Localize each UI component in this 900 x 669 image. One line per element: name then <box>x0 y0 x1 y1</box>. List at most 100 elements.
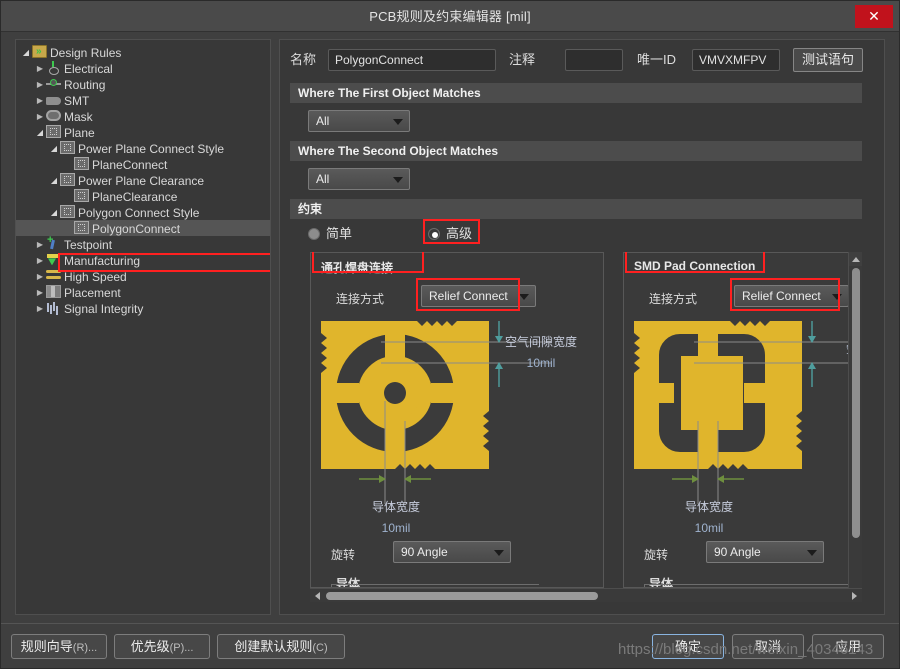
chevron-down-icon <box>807 550 817 556</box>
chevron-right-icon[interactable]: ▶ <box>34 285 46 301</box>
through-hole-pad-diagram <box>321 321 551 504</box>
scroll-left-icon[interactable] <box>310 589 324 602</box>
title-bar: PCB规则及约束编辑器 [mil] ✕ <box>1 1 899 32</box>
tree-item-planeclearance[interactable]: PlaneClearance <box>16 188 270 204</box>
rotation-select[interactable]: 90 Angle <box>393 541 511 563</box>
tree-item-label: Power Plane Connect Style <box>78 141 225 156</box>
through-hole-connect-select[interactable]: Relief Connect <box>421 285 536 307</box>
radio-simple-dot <box>308 227 320 240</box>
horizontal-scroll-thumb[interactable] <box>326 592 598 600</box>
through-hole-groupbox: 通孔焊盘连接 连接方式 Relief Connect 空气间隙宽度 10mil … <box>310 252 604 588</box>
rule-wizard-accel: (R)... <box>72 642 98 654</box>
tree-item-label: High Speed <box>64 269 127 284</box>
chevron-down-icon[interactable]: ◢ <box>48 141 60 157</box>
routing-icon <box>46 77 61 90</box>
name-input[interactable]: PolygonConnect <box>328 49 496 71</box>
vertical-scroll-thumb[interactable] <box>852 268 860 538</box>
unique-id-input[interactable]: VMVXMFPV <box>692 49 780 71</box>
plane-icon <box>60 173 75 187</box>
window-title: PCB规则及约束编辑器 [mil] <box>369 9 531 24</box>
tree-item-routing[interactable]: ▶ Routing <box>16 76 270 92</box>
constraints-vertical-scrollbar[interactable] <box>848 252 862 602</box>
tree-item-signal-integrity[interactable]: ▶ Signal Integrity <box>16 300 270 316</box>
comment-input[interactable] <box>565 49 623 71</box>
tree-item-smt[interactable]: ▶ SMT <box>16 92 270 108</box>
footer-bar: 规则向导(R)... 优先级(P)... 创建默认规则(C) 确定 取消 应用 <box>1 623 899 668</box>
tree-item-planeconnect[interactable]: PlaneConnect <box>16 156 270 172</box>
priority-button[interactable]: 优先级(P)... <box>114 634 210 659</box>
tree-item-polygon-connect-style[interactable]: ◢ Polygon Connect Style <box>16 204 270 220</box>
smd-conductor-width-value: 10mil <box>694 521 724 535</box>
scroll-right-icon[interactable] <box>848 589 862 602</box>
tree-item-label: Electrical <box>64 61 113 76</box>
smd-connect-select[interactable]: Relief Connect <box>734 285 849 307</box>
placement-icon <box>46 285 61 299</box>
pcb-rules-editor-window: PCB规则及约束编辑器 [mil] ✕ ◢ Design Rules ▶ Electr… <box>0 0 900 669</box>
cancel-button[interactable]: 取消 <box>732 634 804 659</box>
smd-conductor-width-label: 导体宽度 <box>684 500 733 514</box>
tree-item-label: PlaneClearance <box>92 189 178 204</box>
design-rules-tree[interactable]: ◢ Design Rules ▶ Electrical ▶ Routing ▶ SMT ▶ Mas… <box>15 39 271 615</box>
chevron-right-icon[interactable]: ▶ <box>34 269 46 285</box>
main-body: ◢ Design Rules ▶ Electrical ▶ Routing ▶ SMT ▶ Mas… <box>1 32 899 624</box>
tree-item-high-speed[interactable]: ▶ High Speed <box>16 268 270 284</box>
tree-item-label: Routing <box>64 77 106 92</box>
chevron-right-icon[interactable]: ▶ <box>34 301 46 317</box>
first-object-scope-select[interactable]: All <box>308 110 410 132</box>
chevron-right-icon[interactable]: ▶ <box>34 253 46 269</box>
plane-icon <box>74 221 89 235</box>
rotation-value: 90 Angle <box>401 545 448 559</box>
radio-simple-label: 简单 <box>326 226 353 241</box>
smd-rotation-value: 90 Angle <box>714 545 761 559</box>
chevron-down-icon[interactable]: ◢ <box>48 205 60 221</box>
chevron-right-icon[interactable]: ▶ <box>34 61 46 77</box>
tree-item-mask[interactable]: ▶ Mask <box>16 108 270 124</box>
tree-item-manufacturing[interactable]: ▶ Manufacturing <box>16 252 270 268</box>
tree-item-label: Mask <box>64 109 93 124</box>
chevron-right-icon[interactable]: ▶ <box>34 77 46 93</box>
smd-pad-groupbox: SMD Pad Connection 连接方式 Relief Connect 导… <box>623 252 862 588</box>
rule-wizard-label: 规则向导 <box>20 639 73 654</box>
priority-label: 优先级 <box>130 639 170 654</box>
tree-item-design-rules[interactable]: ◢ Design Rules <box>16 44 270 60</box>
plane-icon <box>60 205 75 219</box>
close-icon[interactable]: ✕ <box>855 5 893 28</box>
chevron-right-icon[interactable]: ▶ <box>34 109 46 125</box>
tree-item-testpoint[interactable]: ▶ Testpoint <box>16 232 270 253</box>
ok-button[interactable]: 确定 <box>652 634 724 659</box>
rule-wizard-button[interactable]: 规则向导(R)... <box>11 634 107 659</box>
tree-item-placement[interactable]: ▶ Placement <box>16 284 270 300</box>
folder-icon <box>32 44 47 60</box>
chevron-down-icon[interactable]: ◢ <box>20 45 32 61</box>
radio-simple[interactable]: 简单 <box>308 226 352 242</box>
testpoint-icon <box>46 232 61 250</box>
radio-advanced[interactable]: 高级 <box>428 226 472 242</box>
conductor-width-value: 10mil <box>381 521 411 535</box>
second-object-scope-select[interactable]: All <box>308 168 410 190</box>
through-hole-connect-label: 连接方式 <box>336 292 385 306</box>
smd-connect-label: 连接方式 <box>649 292 698 306</box>
tree-item-electrical[interactable]: ▶ Electrical <box>16 60 270 76</box>
chevron-right-icon[interactable]: ▶ <box>34 93 46 109</box>
apply-button[interactable]: 应用 <box>812 634 884 659</box>
tree-item-polygonconnect[interactable]: PolygonConnect <box>16 220 270 236</box>
tree-item-power-plane-clearance[interactable]: ◢ Power Plane Clearance <box>16 172 270 188</box>
tree-item-label: PlaneConnect <box>92 157 168 172</box>
test-query-button[interactable]: 测试语句 <box>793 48 863 72</box>
chevron-down-icon <box>832 294 842 300</box>
constraints-horizontal-scrollbar[interactable] <box>310 588 862 602</box>
tree-item-power-plane-connect-style[interactable]: ◢ Power Plane Connect Style <box>16 140 270 156</box>
create-default-rules-button[interactable]: 创建默认规则(C) <box>217 634 345 659</box>
priority-accel: (P)... <box>169 642 194 654</box>
rotation-label: 旋转 <box>331 548 356 562</box>
chevron-down-icon[interactable]: ◢ <box>34 125 46 141</box>
chevron-right-icon[interactable]: ▶ <box>34 237 46 253</box>
chevron-down-icon[interactable]: ◢ <box>48 173 60 189</box>
electrical-icon <box>46 61 61 76</box>
air-gap-label: 空气间隙宽度 <box>504 335 577 349</box>
smd-rotation-select[interactable]: 90 Angle <box>706 541 824 563</box>
tree-item-plane[interactable]: ◢ Plane <box>16 124 270 140</box>
scroll-up-icon[interactable] <box>849 252 862 266</box>
smd-pad-title: SMD Pad Connection <box>634 259 756 273</box>
tree-item-label: Plane <box>64 125 95 140</box>
